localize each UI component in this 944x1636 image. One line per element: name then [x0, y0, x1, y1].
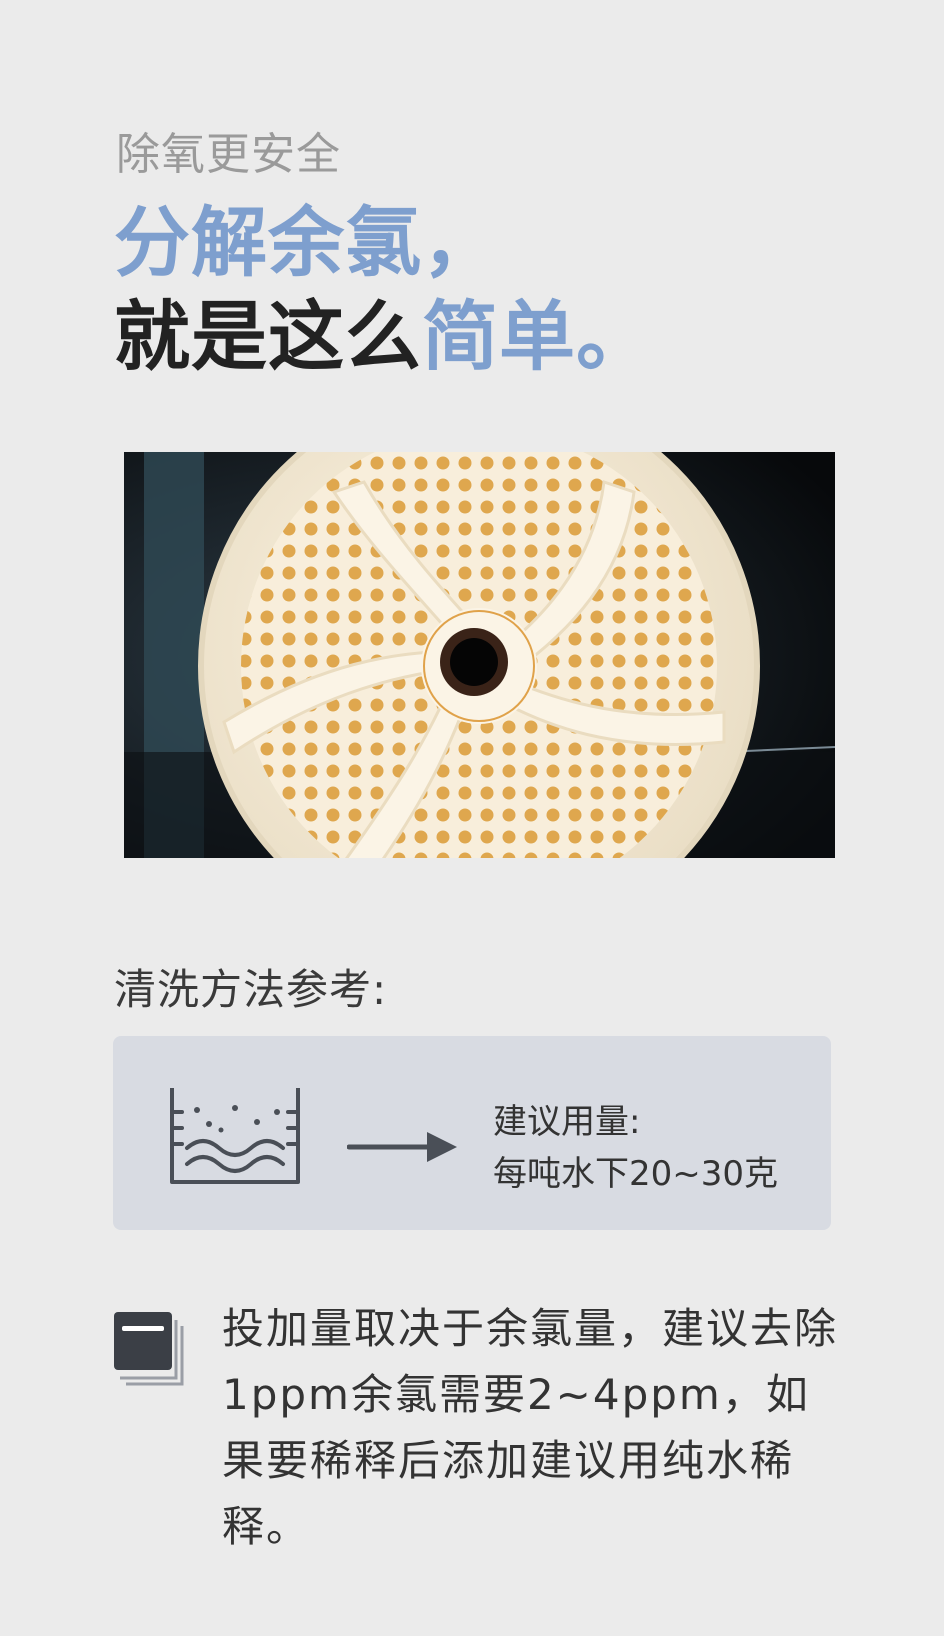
dosage-card: 建议用量: 每吨水下20~30克 [113, 1036, 831, 1230]
cleaning-method-label: 清洗方法参考: [114, 965, 388, 1014]
page-headline: 分解余氯， 就是这么简单。 [114, 196, 653, 384]
headline-line-2: 就是这么简单。 [114, 290, 653, 384]
headline-line-1: 分解余氯， [114, 196, 653, 290]
dosage-recommendation: 建议用量: 每吨水下20~30克 [493, 1096, 778, 1200]
dosage-amount: 每吨水下20~30克 [493, 1154, 779, 1194]
headline-dark-text: 就是这么 [114, 292, 422, 381]
arrow-right-icon [346, 1130, 459, 1168]
beaker-icon [169, 1086, 303, 1190]
dosage-title: 建议用量: [493, 1102, 641, 1142]
headline-accent-1: 分解余氯， [114, 198, 499, 287]
section-subtitle: 除氧更安全 [116, 129, 341, 180]
membrane-photo [124, 452, 835, 858]
document-stack-icon [114, 1312, 190, 1392]
headline-accent-2: 简单。 [422, 292, 653, 381]
dosage-note: 投加量取决于余氯量，建议去除1ppm余氯需要2~4ppm，如果要稀释后添加建议用… [222, 1304, 839, 1551]
